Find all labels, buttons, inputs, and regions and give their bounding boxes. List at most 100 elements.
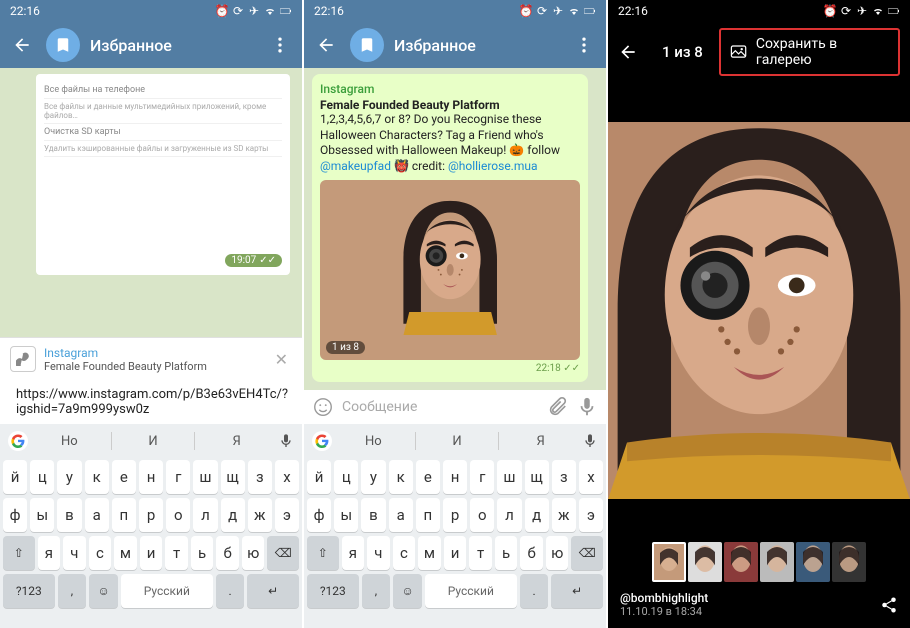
chat-title[interactable]: Избранное bbox=[394, 36, 574, 55]
key-symbols[interactable]: ?123 bbox=[3, 574, 55, 608]
key-letter[interactable]: д bbox=[525, 498, 549, 532]
thumbnail[interactable] bbox=[688, 542, 722, 582]
key-backspace[interactable]: ⌫ bbox=[571, 536, 603, 570]
key-dot[interactable]: . bbox=[520, 574, 549, 608]
chat-body[interactable]: Все файлы на телефоне Все файлы и данные… bbox=[0, 68, 302, 337]
key-letter[interactable]: е bbox=[416, 460, 440, 494]
key-letter[interactable]: и bbox=[444, 536, 467, 570]
key-letter[interactable]: ш bbox=[497, 460, 521, 494]
key-letter[interactable]: в bbox=[361, 498, 385, 532]
key-letter[interactable]: й bbox=[3, 460, 27, 494]
key-letter[interactable]: б bbox=[216, 536, 239, 570]
key-letter[interactable]: м bbox=[418, 536, 441, 570]
thumbnail[interactable] bbox=[760, 542, 794, 582]
key-space[interactable]: Русский bbox=[121, 574, 213, 608]
key-letter[interactable]: щ bbox=[221, 460, 245, 494]
key-letter[interactable]: д bbox=[221, 498, 245, 532]
key-letter[interactable]: ж bbox=[552, 498, 576, 532]
thumbnail[interactable] bbox=[832, 542, 866, 582]
author-handle[interactable]: @bombhighlight bbox=[620, 591, 708, 605]
key-letter[interactable]: о bbox=[470, 498, 494, 532]
saved-avatar[interactable] bbox=[46, 28, 80, 62]
key-letter[interactable]: ч bbox=[367, 536, 390, 570]
key-letter[interactable]: н bbox=[139, 460, 163, 494]
key-letter[interactable]: л bbox=[497, 498, 521, 532]
key-letter[interactable]: т bbox=[469, 536, 492, 570]
message-input[interactable]: https://www.instagram.com/p/B3e63vEH4Tc/… bbox=[16, 387, 288, 418]
chat-title[interactable]: Избранное bbox=[90, 36, 270, 55]
key-letter[interactable]: г bbox=[470, 460, 494, 494]
suggestion[interactable]: Но bbox=[340, 434, 407, 449]
fullscreen-image[interactable] bbox=[608, 122, 910, 499]
google-icon[interactable] bbox=[312, 431, 332, 451]
key-letter[interactable]: э bbox=[579, 498, 603, 532]
suggestion[interactable]: Я bbox=[203, 434, 270, 449]
share-icon[interactable] bbox=[880, 596, 898, 614]
key-comma[interactable]: , bbox=[362, 574, 391, 608]
key-letter[interactable]: у bbox=[361, 460, 385, 494]
save-to-gallery-button[interactable]: Сохранить в галерею bbox=[719, 28, 900, 76]
key-letter[interactable]: ш bbox=[193, 460, 217, 494]
key-space[interactable]: Русский bbox=[425, 574, 517, 608]
mention-link[interactable]: @hollierose.mua bbox=[448, 159, 538, 173]
key-letter[interactable]: ф bbox=[307, 498, 331, 532]
key-letter[interactable]: л bbox=[193, 498, 217, 532]
key-letter[interactable]: и bbox=[140, 536, 163, 570]
key-letter[interactable]: ж bbox=[248, 498, 272, 532]
key-letter[interactable]: э bbox=[275, 498, 299, 532]
suggestion[interactable]: Но bbox=[36, 434, 103, 449]
key-letter[interactable]: н bbox=[443, 460, 467, 494]
chat-body[interactable]: Instagram Female Founded Beauty Platform… bbox=[304, 68, 606, 390]
message-image[interactable]: 1 из 8 bbox=[320, 180, 580, 360]
key-backspace[interactable]: ⌫ bbox=[267, 536, 299, 570]
emoji-icon[interactable] bbox=[312, 396, 334, 418]
key-letter[interactable]: ю bbox=[546, 536, 569, 570]
thumbnail[interactable] bbox=[652, 542, 686, 582]
message-screenshot-preview[interactable]: Все файлы на телефоне Все файлы и данные… bbox=[36, 74, 290, 275]
key-symbols[interactable]: ?123 bbox=[307, 574, 359, 608]
thumbnail[interactable] bbox=[796, 542, 830, 582]
key-letter[interactable]: ю bbox=[242, 536, 265, 570]
key-letter[interactable]: у bbox=[57, 460, 81, 494]
key-letter[interactable]: х bbox=[275, 460, 299, 494]
key-letter[interactable]: ы bbox=[334, 498, 358, 532]
suggestion[interactable]: И bbox=[424, 434, 491, 449]
close-icon[interactable]: ✕ bbox=[271, 350, 292, 369]
key-emoji[interactable]: ☺ bbox=[393, 574, 422, 608]
key-letter[interactable]: о bbox=[166, 498, 190, 532]
key-letter[interactable]: р bbox=[139, 498, 163, 532]
attach-icon[interactable] bbox=[546, 396, 568, 418]
key-letter[interactable]: р bbox=[443, 498, 467, 532]
key-letter[interactable]: й bbox=[307, 460, 331, 494]
mention-link[interactable]: @makeupfad bbox=[320, 159, 391, 173]
back-icon[interactable] bbox=[12, 35, 32, 55]
key-enter[interactable]: ↵ bbox=[247, 574, 299, 608]
key-letter[interactable]: п bbox=[416, 498, 440, 532]
key-letter[interactable]: щ bbox=[525, 460, 549, 494]
key-comma[interactable]: , bbox=[58, 574, 87, 608]
key-letter[interactable]: ц bbox=[30, 460, 54, 494]
key-letter[interactable]: м bbox=[114, 536, 137, 570]
key-letter[interactable]: ч bbox=[63, 536, 86, 570]
key-enter[interactable]: ↵ bbox=[551, 574, 603, 608]
key-letter[interactable]: я bbox=[342, 536, 365, 570]
key-letter[interactable]: т bbox=[165, 536, 188, 570]
key-letter[interactable]: ц bbox=[334, 460, 358, 494]
key-letter[interactable]: х bbox=[579, 460, 603, 494]
key-letter[interactable]: к bbox=[389, 460, 413, 494]
key-letter[interactable]: б bbox=[520, 536, 543, 570]
key-emoji[interactable]: ☺ bbox=[89, 574, 118, 608]
key-letter[interactable]: я bbox=[38, 536, 61, 570]
mic-icon[interactable] bbox=[582, 433, 598, 449]
key-letter[interactable]: а bbox=[389, 498, 413, 532]
message-input[interactable]: Сообщение bbox=[342, 399, 538, 415]
key-letter[interactable]: з bbox=[552, 460, 576, 494]
key-letter[interactable]: а bbox=[85, 498, 109, 532]
key-letter[interactable]: ы bbox=[30, 498, 54, 532]
key-shift[interactable]: ⇧ bbox=[3, 536, 35, 570]
key-shift[interactable]: ⇧ bbox=[307, 536, 339, 570]
mic-icon[interactable] bbox=[278, 433, 294, 449]
key-letter[interactable]: с bbox=[393, 536, 416, 570]
key-letter[interactable]: к bbox=[85, 460, 109, 494]
saved-avatar[interactable] bbox=[350, 28, 384, 62]
